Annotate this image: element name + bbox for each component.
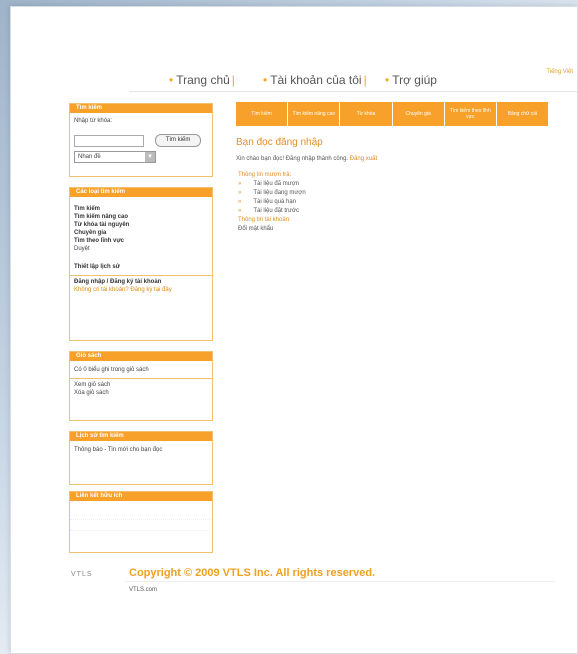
loan-item[interactable]: » Tài liệu đặt trước	[238, 208, 556, 214]
search-input[interactable]	[74, 135, 144, 147]
bullet-icon: »	[238, 208, 242, 214]
chevron-down-icon: ▼	[145, 152, 155, 162]
history-box: Lịch sử tìm kiếm Thông báo - Tin mới cho…	[69, 431, 213, 485]
login-note-text[interactable]: Không có tài khoản? Đăng ký tại đây	[70, 286, 212, 294]
loan-item[interactable]: » Tài liệu đã mượn	[238, 181, 556, 187]
search-type-link[interactable]: Từ khóa tài nguyên	[70, 221, 212, 229]
main-content: Bạn đọc đăng nhập Xin chào bạn đọc! Đăng…	[236, 137, 556, 235]
change-password-link[interactable]: Đổi mật khẩu	[238, 226, 556, 232]
history-text[interactable]: Thông báo - Tin mới cho bạn đọc	[70, 446, 212, 454]
cart-box: Giỏ sách Có 0 biểu ghi trong giỏ sách Xe…	[69, 351, 213, 421]
nav-account-label: Tài khoản của tôi	[270, 73, 362, 87]
top-navigation: • Trang chủ | • Tài khoản của tôi | • Trợ giú…	[129, 69, 577, 92]
loan-item-label: Tài liệu đang mượn	[253, 190, 306, 196]
cart-header: Giỏ sách	[70, 352, 212, 361]
links-item[interactable]	[70, 509, 212, 520]
links-header: Liên kết hữu ích	[70, 492, 212, 501]
quick-search-box: Tìm kiếm Nhập từ khóa: Tìm kiếm Nhan đề …	[69, 103, 213, 177]
loan-item-label: Tài liệu đặt trước	[253, 208, 299, 214]
footer-divider	[125, 581, 555, 582]
tab-keyword[interactable]: Từ khóa	[340, 102, 393, 126]
search-type-link[interactable]: Duyệt	[70, 245, 212, 253]
loan-item-label: Tài liệu đã mượn	[253, 181, 299, 187]
footer-site-link[interactable]: VTLS.com	[129, 587, 157, 593]
search-field-value: Nhan đề	[78, 154, 101, 160]
search-type-link[interactable]: Tìm kiếm nâng cao	[70, 213, 212, 221]
welcome-message: Xin chào bạn đọc! Đăng nhập thành công. …	[236, 156, 556, 162]
search-type-link[interactable]: Tìm theo lĩnh vực	[70, 237, 212, 245]
nav-help-label: Trợ giúp	[392, 73, 437, 87]
nav-account[interactable]: • Tài khoản của tôi |	[263, 73, 369, 87]
nav-home[interactable]: • Trang chủ |	[169, 73, 237, 87]
vtls-logo: VTLS	[71, 571, 93, 578]
language-link[interactable]: Tiếng Việt	[546, 69, 573, 75]
tab-search[interactable]: Tìm kiếm	[236, 102, 289, 126]
history-link[interactable]: Thiết lập lịch sử	[70, 263, 212, 271]
tab-advanced[interactable]: Tìm kiếm nâng cao	[288, 102, 341, 126]
page: • Trang chủ | • Tài khoản của tôi | • Trợ giú…	[10, 6, 578, 654]
search-button[interactable]: Tìm kiếm	[155, 134, 201, 147]
login-note-title[interactable]: Đăng nhập / Đăng ký tài khoản	[70, 278, 212, 286]
bullet-icon: •	[385, 73, 390, 87]
search-types-box: Các loại tìm kiếm Tìm kiếm Tìm kiếm nâng…	[69, 187, 213, 341]
copyright-text: Copyright © 2009 VTLS Inc. All rights re…	[129, 567, 376, 579]
bullet-icon: »	[238, 199, 242, 205]
tab-expert[interactable]: Chuyên gia	[392, 102, 445, 126]
loan-item-label: Tài liệu quá hạn	[253, 199, 297, 205]
welcome-text: Xin chào bạn đọc! Đăng nhập thành công.	[236, 156, 349, 162]
loan-item[interactable]: » Tài liệu đang mượn	[238, 190, 556, 196]
search-type-link[interactable]: Chuyên gia	[70, 229, 212, 237]
quick-search-header: Tìm kiếm	[70, 104, 212, 113]
view-cart-link[interactable]: Xem giỏ sách	[70, 381, 212, 389]
quick-search-label: Nhập từ khóa:	[74, 118, 113, 124]
search-type-link[interactable]: Tìm kiếm	[70, 205, 212, 213]
nav-help[interactable]: • Trợ giúp	[385, 73, 437, 87]
divider	[70, 275, 212, 276]
links-item[interactable]	[70, 520, 212, 531]
bullet-icon: •	[263, 73, 268, 87]
nav-home-label: Trang chủ	[176, 73, 230, 87]
links-box: Liên kết hữu ích	[69, 491, 213, 553]
tab-bar: Tìm kiếm Tìm kiếm nâng cao Từ khóa Chuyê…	[236, 102, 549, 126]
cart-count: Có 0 biểu ghi trong giỏ sách	[74, 367, 149, 373]
history-header: Lịch sử tìm kiếm	[70, 432, 212, 441]
divider	[70, 378, 212, 379]
search-types-header: Các loại tìm kiếm	[70, 188, 212, 197]
search-field-select[interactable]: Nhan đề ▼	[74, 151, 156, 163]
clear-cart-link[interactable]: Xóa giỏ sách	[70, 389, 212, 397]
logout-link[interactable]: Đăng xuất	[350, 156, 377, 162]
tab-alphabet[interactable]: Bảng chữ cái	[496, 102, 549, 126]
bullet-icon: •	[169, 73, 174, 87]
loan-item[interactable]: » Tài liệu quá hạn	[238, 199, 556, 205]
section-account-title: Thông tin tài khoản:	[238, 217, 291, 223]
bullet-icon: »	[238, 181, 242, 187]
section-loans-title: Thông tin mượn trả:	[238, 172, 292, 178]
bullet-icon: »	[238, 190, 242, 196]
page-title: Bạn đọc đăng nhập	[236, 137, 323, 148]
tab-subject[interactable]: Tìm kiếm theo lĩnh vực	[444, 102, 497, 126]
